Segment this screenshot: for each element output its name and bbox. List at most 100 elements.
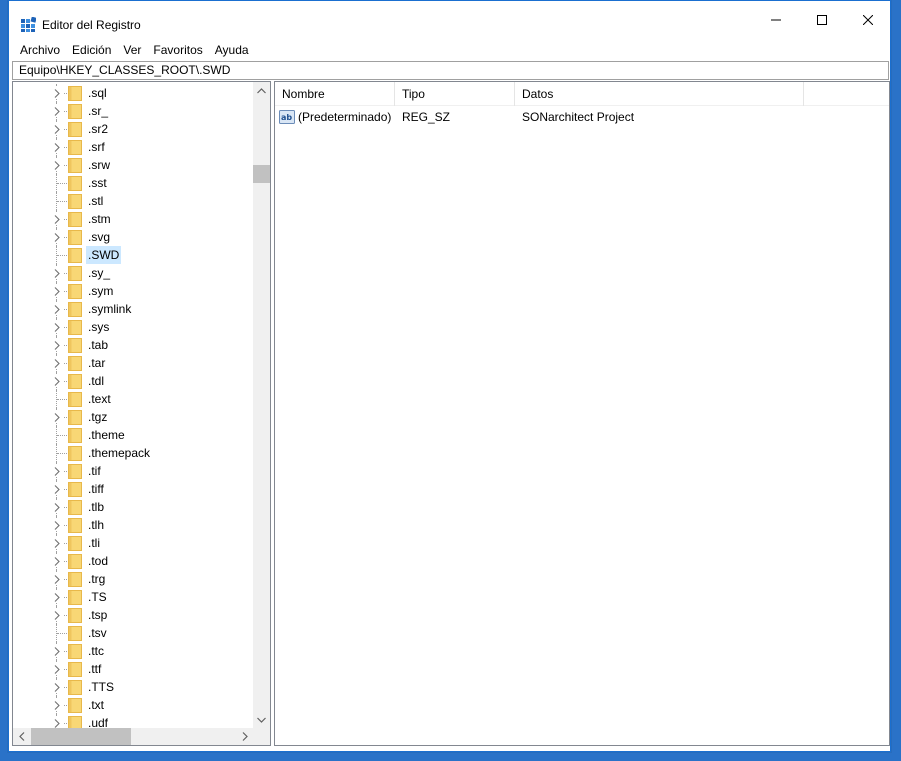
expand-chevron-icon[interactable] bbox=[51, 105, 63, 117]
tree-item[interactable]: .tif bbox=[13, 462, 253, 480]
column-nombre[interactable]: Nombre bbox=[275, 82, 395, 106]
expand-chevron-icon[interactable] bbox=[51, 267, 63, 279]
expand-chevron-icon[interactable] bbox=[51, 555, 63, 567]
scroll-right-arrow[interactable] bbox=[236, 728, 253, 745]
value-type: REG_SZ bbox=[402, 110, 451, 124]
expand-chevron-icon[interactable] bbox=[51, 303, 63, 315]
menu-favoritos[interactable]: Favoritos bbox=[147, 40, 208, 60]
column-tipo[interactable]: Tipo bbox=[395, 82, 515, 106]
value-row[interactable]: ab (Predeterminado) REG_SZ SONarchitect … bbox=[275, 108, 889, 126]
tree-item[interactable]: .tod bbox=[13, 552, 253, 570]
folder-icon bbox=[68, 157, 82, 173]
tree-vertical-scrollbar[interactable] bbox=[253, 82, 270, 728]
tree-item[interactable]: .tsp bbox=[13, 606, 253, 624]
tree-item[interactable]: .sql bbox=[13, 84, 253, 102]
tree-item[interactable]: .stl bbox=[13, 192, 253, 210]
expand-chevron-icon[interactable] bbox=[51, 483, 63, 495]
tree-item[interactable]: .svg bbox=[13, 228, 253, 246]
minimize-icon bbox=[771, 19, 781, 21]
tree-item[interactable]: .ttc bbox=[13, 642, 253, 660]
expand-chevron-icon[interactable] bbox=[51, 591, 63, 603]
tree-item[interactable]: .sy_ bbox=[13, 264, 253, 282]
folder-icon bbox=[68, 319, 82, 335]
expand-chevron-icon[interactable] bbox=[51, 609, 63, 621]
tree-item[interactable]: .tiff bbox=[13, 480, 253, 498]
title-bar[interactable]: Editor del Registro bbox=[9, 1, 890, 39]
menu-edicion[interactable]: Edición bbox=[66, 40, 117, 60]
tree-item-label: .symlink bbox=[88, 302, 132, 316]
tree-item[interactable]: .tdl bbox=[13, 372, 253, 390]
tree-connector bbox=[57, 399, 67, 400]
tree-item[interactable]: .tab bbox=[13, 336, 253, 354]
tree-item[interactable]: .TS bbox=[13, 588, 253, 606]
tree-item-label: .srf bbox=[88, 140, 105, 154]
tree-connector bbox=[57, 255, 67, 256]
expand-chevron-icon[interactable] bbox=[51, 699, 63, 711]
tree-item[interactable]: .txt bbox=[13, 696, 253, 714]
tree-item[interactable]: .tsv bbox=[13, 624, 253, 642]
tree-item[interactable]: .sr2 bbox=[13, 120, 253, 138]
tree-item[interactable]: .SWD bbox=[13, 246, 253, 264]
tree-item[interactable]: .sr_ bbox=[13, 102, 253, 120]
expand-chevron-icon[interactable] bbox=[51, 375, 63, 387]
expand-chevron-icon[interactable] bbox=[51, 537, 63, 549]
tree-item-label: .theme bbox=[88, 428, 125, 442]
value-data: SONarchitect Project bbox=[522, 110, 635, 124]
tree-item[interactable]: .tli bbox=[13, 534, 253, 552]
close-button[interactable] bbox=[845, 1, 891, 39]
tree-item-label: .stl bbox=[88, 194, 104, 208]
expand-chevron-icon[interactable] bbox=[51, 141, 63, 153]
menu-ver[interactable]: Ver bbox=[117, 40, 147, 60]
column-datos[interactable]: Datos bbox=[515, 82, 804, 106]
scroll-up-arrow[interactable] bbox=[253, 82, 270, 99]
tree-item[interactable]: .tgz bbox=[13, 408, 253, 426]
tree-item[interactable]: .theme bbox=[13, 426, 253, 444]
tree-item[interactable]: .srw bbox=[13, 156, 253, 174]
tree-item-label: .tsp bbox=[88, 608, 108, 622]
tree-item-label: .tli bbox=[88, 536, 100, 550]
tree-item[interactable]: .sys bbox=[13, 318, 253, 336]
tree-item[interactable]: .srf bbox=[13, 138, 253, 156]
expand-chevron-icon[interactable] bbox=[51, 123, 63, 135]
expand-chevron-icon[interactable] bbox=[51, 159, 63, 171]
expand-chevron-icon[interactable] bbox=[51, 681, 63, 693]
expand-chevron-icon[interactable] bbox=[51, 87, 63, 99]
tree-item[interactable]: .themepack bbox=[13, 444, 253, 462]
tree-horizontal-scrollbar[interactable] bbox=[13, 728, 253, 745]
expand-chevron-icon[interactable] bbox=[51, 645, 63, 657]
address-bar[interactable]: Equipo\HKEY_CLASSES_ROOT\.SWD bbox=[12, 61, 889, 80]
tree-item[interactable]: .TTS bbox=[13, 678, 253, 696]
scroll-left-arrow[interactable] bbox=[13, 728, 30, 745]
tree-item[interactable]: .sym bbox=[13, 282, 253, 300]
expand-chevron-icon[interactable] bbox=[51, 663, 63, 675]
horizontal-scroll-thumb[interactable] bbox=[31, 728, 131, 745]
tree-item[interactable]: .tlb bbox=[13, 498, 253, 516]
tree-item[interactable]: .symlink bbox=[13, 300, 253, 318]
tree-item[interactable]: .trg bbox=[13, 570, 253, 588]
maximize-button[interactable] bbox=[799, 1, 845, 39]
expand-chevron-icon[interactable] bbox=[51, 339, 63, 351]
expand-chevron-icon[interactable] bbox=[51, 213, 63, 225]
folder-icon bbox=[68, 175, 82, 191]
expand-chevron-icon[interactable] bbox=[51, 231, 63, 243]
tree-item[interactable]: .stm bbox=[13, 210, 253, 228]
expand-chevron-icon[interactable] bbox=[51, 519, 63, 531]
scroll-down-arrow[interactable] bbox=[253, 711, 270, 728]
expand-chevron-icon[interactable] bbox=[51, 573, 63, 585]
tree-item-label: .txt bbox=[88, 698, 105, 712]
expand-chevron-icon[interactable] bbox=[51, 465, 63, 477]
tree-item[interactable]: .ttf bbox=[13, 660, 253, 678]
expand-chevron-icon[interactable] bbox=[51, 501, 63, 513]
expand-chevron-icon[interactable] bbox=[51, 411, 63, 423]
expand-chevron-icon[interactable] bbox=[51, 321, 63, 333]
tree-item[interactable]: .text bbox=[13, 390, 253, 408]
menu-ayuda[interactable]: Ayuda bbox=[209, 40, 255, 60]
minimize-button[interactable] bbox=[753, 1, 799, 39]
tree-item[interactable]: .tlh bbox=[13, 516, 253, 534]
vertical-scroll-thumb[interactable] bbox=[253, 165, 270, 183]
tree-item[interactable]: .tar bbox=[13, 354, 253, 372]
expand-chevron-icon[interactable] bbox=[51, 357, 63, 369]
expand-chevron-icon[interactable] bbox=[51, 285, 63, 297]
tree-item[interactable]: .sst bbox=[13, 174, 253, 192]
menu-archivo[interactable]: Archivo bbox=[14, 40, 66, 60]
